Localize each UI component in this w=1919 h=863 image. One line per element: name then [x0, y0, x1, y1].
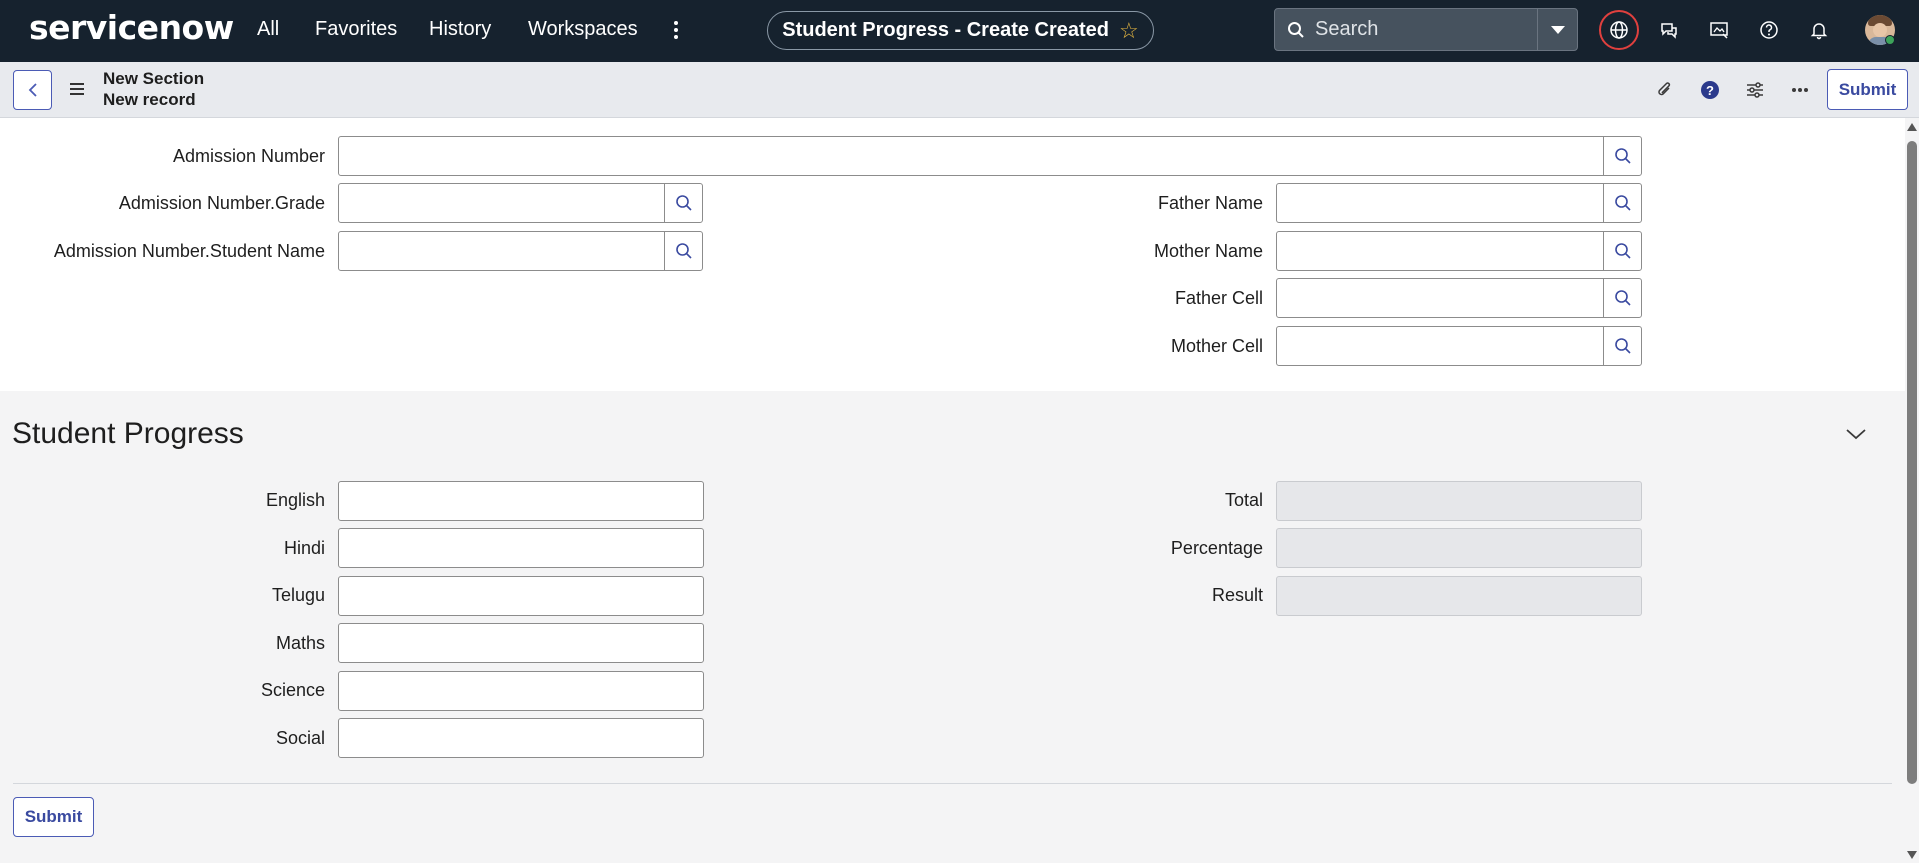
- total-label: Total: [1224, 490, 1263, 510]
- grade-input[interactable]: [338, 183, 665, 223]
- scroll-up-arrow-icon[interactable]: [1907, 123, 1917, 131]
- form-title: New Section New record: [103, 68, 204, 110]
- student-name-label: Admission Number.Student Name: [53, 241, 325, 261]
- father-cell-label: Father Cell: [1174, 288, 1263, 308]
- student-progress-section: [0, 391, 1905, 863]
- percentage-field: [1276, 528, 1642, 568]
- mother-name-input[interactable]: [1276, 231, 1604, 271]
- magnifier-icon: [1614, 290, 1631, 306]
- chat-icon[interactable]: [1655, 16, 1683, 44]
- hindi-input[interactable]: [338, 528, 704, 568]
- father-name-lookup-button[interactable]: [1603, 183, 1642, 223]
- mother-name-lookup-button[interactable]: [1603, 231, 1642, 271]
- english-label: English: [265, 490, 325, 510]
- presentation-icon[interactable]: [1705, 16, 1733, 44]
- submit-button-footer[interactable]: Submit: [13, 797, 94, 837]
- social-label: Social: [275, 728, 325, 748]
- bell-icon[interactable]: [1805, 16, 1833, 44]
- admission-number-lookup-button[interactable]: [1603, 136, 1642, 176]
- online-status-dot: [1885, 35, 1895, 45]
- result-field: [1276, 576, 1642, 616]
- mother-cell-label: Mother Cell: [1170, 336, 1263, 356]
- father-name-input[interactable]: [1276, 183, 1604, 223]
- mother-name-label: Mother Name: [1153, 241, 1263, 261]
- globe-button[interactable]: [1599, 10, 1639, 50]
- search-placeholder: Search: [1315, 18, 1379, 40]
- paperclip-icon[interactable]: [1653, 78, 1677, 102]
- father-name-label: Father Name: [1157, 193, 1263, 213]
- help-icon[interactable]: [1755, 16, 1783, 44]
- page-title: Student Progress - Create Created: [782, 19, 1110, 41]
- mother-cell-input[interactable]: [1276, 326, 1604, 366]
- sliders-icon[interactable]: [1743, 78, 1767, 102]
- social-input[interactable]: [338, 718, 704, 758]
- magnifier-icon: [675, 195, 692, 211]
- telugu-input[interactable]: [338, 576, 704, 616]
- search-scope-dropdown[interactable]: [1537, 8, 1578, 51]
- maths-label: Maths: [275, 633, 325, 653]
- chevron-left-icon: [28, 83, 37, 97]
- admission-number-label: Admission Number: [172, 146, 325, 166]
- student-name-lookup-button[interactable]: [664, 231, 703, 271]
- father-cell-lookup-button[interactable]: [1603, 278, 1642, 318]
- magnifier-icon: [1614, 338, 1631, 354]
- more-menu-icon[interactable]: [666, 18, 686, 42]
- svg-text:?: ?: [1706, 83, 1714, 98]
- favorite-star-icon[interactable]: ☆: [1119, 18, 1139, 44]
- nav-history[interactable]: History: [429, 18, 491, 41]
- section-divider: [13, 783, 1892, 784]
- nav-all[interactable]: All: [257, 18, 279, 41]
- result-label: Result: [1211, 585, 1263, 605]
- globe-icon: [1610, 21, 1628, 39]
- more-options-icon[interactable]: [1788, 78, 1812, 102]
- magnifier-icon: [1614, 195, 1631, 211]
- servicenow-logo[interactable]: servicenow: [29, 8, 234, 47]
- nav-favorites[interactable]: Favorites: [315, 18, 397, 41]
- section-title: Student Progress: [12, 417, 244, 450]
- top-navigation-bar: servicenow All Favorites History Workspa…: [0, 0, 1919, 62]
- total-field: [1276, 481, 1642, 521]
- context-menu-icon[interactable]: [70, 83, 84, 98]
- magnifier-icon: [675, 243, 692, 259]
- submit-button-header[interactable]: Submit: [1827, 69, 1908, 110]
- page-title-pill[interactable]: Student Progress - Create Created ☆: [767, 11, 1154, 50]
- magnifier-icon: [1614, 148, 1631, 164]
- help-circle-icon[interactable]: ?: [1698, 78, 1722, 102]
- telugu-label: Telugu: [271, 585, 325, 605]
- science-input[interactable]: [338, 671, 704, 711]
- student-name-input[interactable]: [338, 231, 665, 271]
- search-icon: [1288, 21, 1304, 38]
- hindi-label: Hindi: [283, 538, 325, 558]
- maths-input[interactable]: [338, 623, 704, 663]
- form-title-section: New Section: [103, 69, 205, 88]
- father-cell-input[interactable]: [1276, 278, 1604, 318]
- admission-number-input[interactable]: [338, 136, 1604, 176]
- grade-lookup-button[interactable]: [664, 183, 703, 223]
- global-search-input[interactable]: Search: [1274, 8, 1538, 51]
- form-header: New Section New record ? Submit: [0, 62, 1919, 118]
- scroll-down-arrow-icon[interactable]: [1907, 851, 1917, 859]
- chevron-down-icon[interactable]: [1845, 427, 1867, 446]
- english-input[interactable]: [338, 481, 704, 521]
- mother-cell-lookup-button[interactable]: [1603, 326, 1642, 366]
- science-label: Science: [260, 680, 325, 700]
- form-title-record: New record: [103, 90, 196, 109]
- grade-label: Admission Number.Grade: [118, 193, 325, 213]
- scrollbar-thumb[interactable]: [1907, 141, 1917, 784]
- percentage-label: Percentage: [1170, 538, 1263, 558]
- magnifier-icon: [1614, 243, 1631, 259]
- back-button[interactable]: [13, 70, 52, 110]
- nav-workspaces[interactable]: Workspaces: [528, 18, 638, 41]
